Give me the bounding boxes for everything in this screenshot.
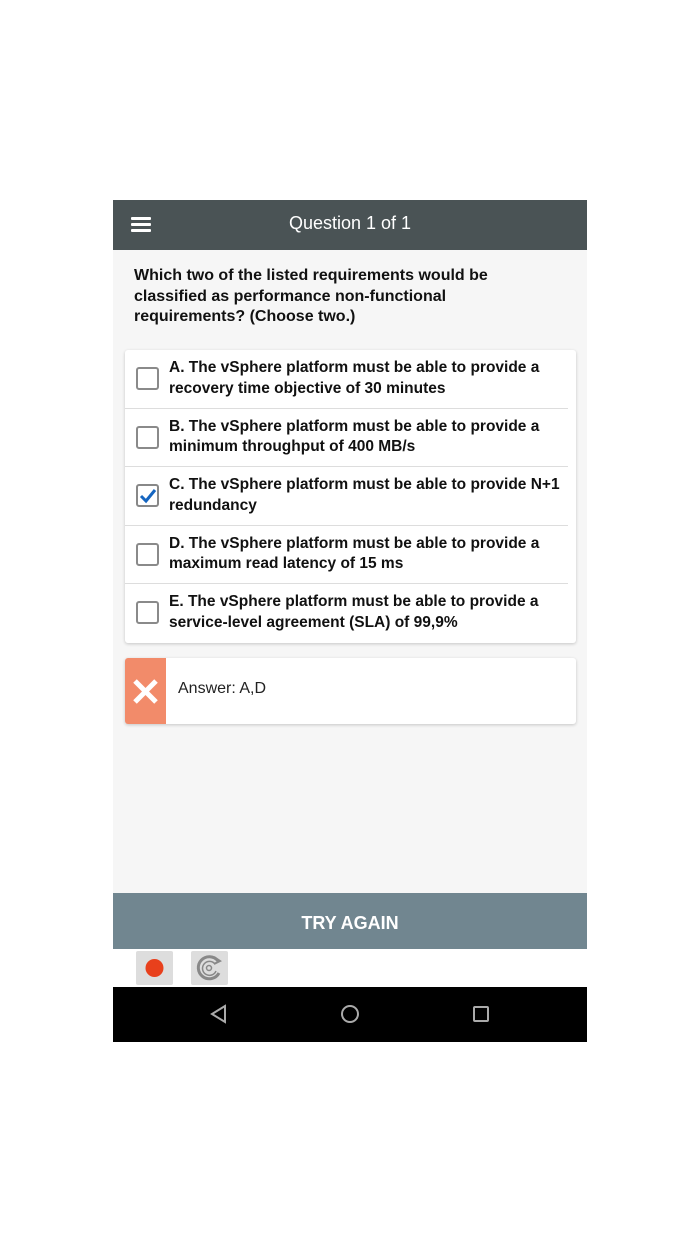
option-label: A. The vSphere platform must be able to … xyxy=(169,359,540,397)
x-icon xyxy=(133,679,158,704)
checkbox[interactable] xyxy=(136,425,159,449)
option-label: E. The vSphere platform must be able to … xyxy=(169,593,539,631)
checkmark-icon xyxy=(139,489,157,504)
checkbox[interactable] xyxy=(136,601,159,624)
home-icon[interactable] xyxy=(340,1004,360,1024)
recents-icon[interactable] xyxy=(471,1004,491,1024)
checkbox-checked[interactable] xyxy=(136,484,159,507)
checkbox[interactable] xyxy=(136,542,159,566)
question-text: Which two of the listed requirements wou… xyxy=(134,267,488,325)
option-d[interactable]: D. The vSphere platform must be able to … xyxy=(125,526,568,584)
app-header: Question 1 of 1 xyxy=(113,200,587,250)
option-label: C. The vSphere platform must be able to … xyxy=(169,476,560,514)
app-screen: Question 1 of 1 Which two of the listed … xyxy=(113,200,587,1042)
answer-text: Answer: A,D xyxy=(178,680,267,697)
record-button[interactable] xyxy=(136,951,173,985)
page-title: Question 1 of 1 xyxy=(288,213,412,233)
checkbox[interactable] xyxy=(136,367,159,390)
option-a[interactable]: A. The vSphere platform must be able to … xyxy=(125,350,568,409)
option-e[interactable]: E. The vSphere platform must be able to … xyxy=(125,584,568,643)
rotate-icon xyxy=(196,955,222,981)
options-list: A. The vSphere platform must be able to … xyxy=(125,350,576,643)
back-icon[interactable] xyxy=(209,1004,229,1024)
incorrect-badge xyxy=(125,658,166,724)
try-again-button[interactable]: TRY AGAIN xyxy=(113,893,587,949)
option-label: D. The vSphere platform must be able to … xyxy=(169,534,540,573)
option-c[interactable]: C. The vSphere platform must be able to … xyxy=(125,467,568,526)
option-label: B. The vSphere platform must be able to … xyxy=(169,417,540,456)
toolbar xyxy=(113,949,587,987)
answer-result: Answer: A,D xyxy=(125,658,576,724)
option-b[interactable]: B. The vSphere platform must be able to … xyxy=(125,409,568,467)
record-icon xyxy=(145,959,164,977)
android-nav-bar xyxy=(113,987,587,1042)
rotate-button[interactable] xyxy=(191,951,228,985)
